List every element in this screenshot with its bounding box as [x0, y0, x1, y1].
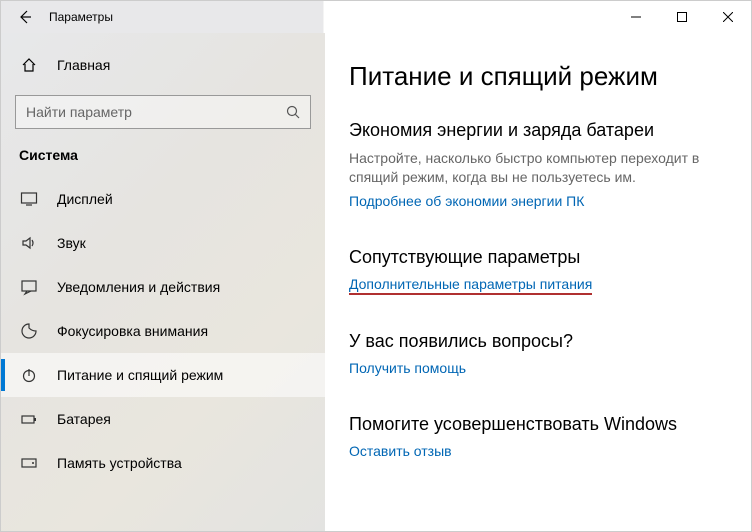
sidebar-item-storage[interactable]: Память устройства	[1, 441, 325, 485]
search-input[interactable]	[26, 104, 284, 120]
sidebar-home[interactable]: Главная	[1, 45, 325, 85]
window-body: Главная Система Дисплей Звук	[1, 33, 751, 531]
section-description: Настройте, насколько быстро компьютер пе…	[349, 149, 735, 187]
link-learn-more-energy[interactable]: Подробнее об экономии энергии ПК	[349, 193, 584, 209]
titlebar: Параметры	[1, 1, 751, 33]
section-heading: У вас появились вопросы?	[349, 331, 735, 352]
back-button[interactable]	[9, 1, 41, 33]
sidebar-item-focus[interactable]: Фокусировка внимания	[1, 309, 325, 353]
sidebar-item-sound[interactable]: Звук	[1, 221, 325, 265]
display-icon	[19, 190, 39, 208]
content-pane: Питание и спящий режим Экономия энергии …	[325, 33, 751, 531]
sidebar-home-label: Главная	[57, 57, 110, 73]
link-give-feedback[interactable]: Оставить отзыв	[349, 443, 452, 459]
sidebar-item-label: Уведомления и действия	[57, 279, 220, 295]
maximize-button[interactable]	[659, 1, 705, 33]
arrow-left-icon	[17, 9, 33, 25]
sidebar-group-title: Система	[1, 147, 325, 177]
sound-icon	[19, 234, 39, 252]
window-controls	[613, 1, 751, 33]
sidebar-item-display[interactable]: Дисплей	[1, 177, 325, 221]
section-heading: Сопутствующие параметры	[349, 247, 735, 268]
section-heading: Помогите усовершенствовать Windows	[349, 414, 735, 435]
sidebar-item-label: Звук	[57, 235, 86, 251]
settings-window: Параметры Главная	[0, 0, 752, 532]
home-icon	[19, 57, 39, 73]
section-related: Сопутствующие параметры Дополнительные п…	[349, 247, 735, 295]
section-energy: Экономия энергии и заряда батареи Настро…	[349, 120, 735, 211]
link-additional-power-options[interactable]: Дополнительные параметры питания	[349, 276, 592, 295]
search-box[interactable]	[15, 95, 311, 129]
section-heading: Экономия энергии и заряда батареи	[349, 120, 735, 141]
sidebar-item-label: Батарея	[57, 411, 111, 427]
page-title: Питание и спящий режим	[349, 61, 735, 92]
section-feedback: Помогите усовершенствовать Windows Остав…	[349, 414, 735, 461]
window-title: Параметры	[49, 10, 113, 24]
battery-icon	[19, 410, 39, 428]
notifications-icon	[19, 278, 39, 296]
close-button[interactable]	[705, 1, 751, 33]
minimize-button[interactable]	[613, 1, 659, 33]
sidebar-item-label: Дисплей	[57, 191, 113, 207]
focus-icon	[19, 322, 39, 340]
power-icon	[19, 366, 39, 384]
sidebar-item-label: Память устройства	[57, 455, 182, 471]
maximize-icon	[677, 12, 687, 22]
section-questions: У вас появились вопросы? Получить помощь	[349, 331, 735, 378]
sidebar-item-power[interactable]: Питание и спящий режим	[1, 353, 325, 397]
sidebar-item-label: Фокусировка внимания	[57, 323, 208, 339]
sidebar-item-label: Питание и спящий режим	[57, 367, 223, 383]
link-get-help[interactable]: Получить помощь	[349, 360, 466, 376]
search-icon	[284, 103, 302, 121]
sidebar-item-battery[interactable]: Батарея	[1, 397, 325, 441]
sidebar-item-notifications[interactable]: Уведомления и действия	[1, 265, 325, 309]
storage-icon	[19, 454, 39, 472]
sidebar: Главная Система Дисплей Звук	[1, 33, 325, 531]
search-container	[15, 95, 311, 129]
close-icon	[723, 12, 733, 22]
minimize-icon	[631, 12, 641, 22]
